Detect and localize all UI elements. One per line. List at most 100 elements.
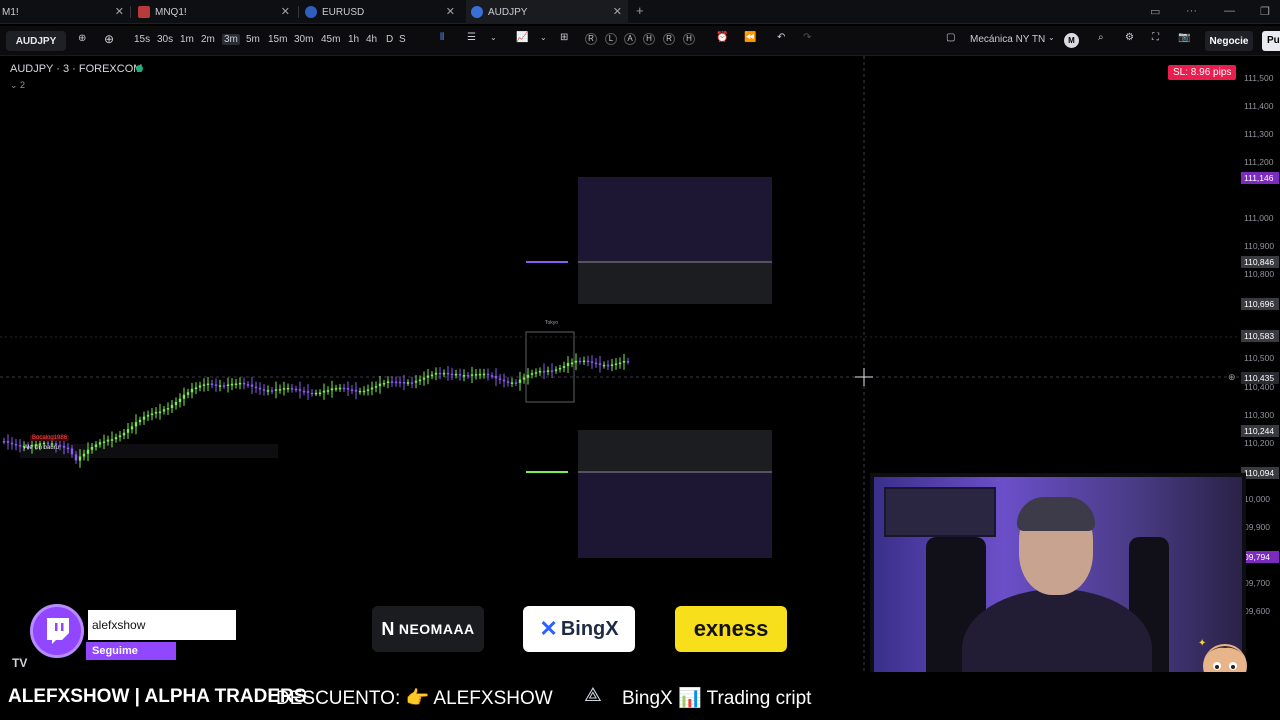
- candle-body: [482, 373, 486, 376]
- chart-title[interactable]: AUDJPY · 3 · FOREXCOM: [10, 63, 142, 75]
- price-tag: 09,794: [1241, 551, 1279, 563]
- new-tab-button[interactable]: +: [636, 3, 644, 18]
- stop-loss-badge: SL: 8.96 pips: [1168, 65, 1237, 80]
- fullscreen-icon[interactable]: ⛶: [1152, 32, 1159, 43]
- maximize-icon[interactable]: ❐: [1260, 5, 1270, 18]
- candle-body: [322, 390, 326, 393]
- interval-45m[interactable]: 45m: [321, 34, 340, 45]
- minimize-icon[interactable]: —: [1224, 5, 1235, 17]
- demand-zone-lower: [578, 472, 772, 558]
- candle-body: [182, 394, 186, 399]
- price-tag: 110,094: [1241, 467, 1279, 479]
- replay-h-button[interactable]: H: [643, 33, 655, 45]
- close-icon[interactable]: ✕: [115, 5, 124, 18]
- candle-body: [602, 364, 606, 367]
- alert-icon[interactable]: ⏰: [716, 32, 728, 43]
- publish-button[interactable]: Pu: [1262, 31, 1280, 51]
- tab-divider: [298, 6, 299, 18]
- candle-body: [134, 422, 138, 427]
- candle-body: [558, 367, 562, 370]
- currency-icon: [471, 6, 483, 18]
- replay-a-button[interactable]: A: [624, 33, 636, 45]
- price-tick: 09,900: [1244, 522, 1270, 532]
- camera-icon[interactable]: 📷: [1178, 32, 1190, 43]
- tab-audjpy[interactable]: AUDJPY ✕: [466, 0, 628, 24]
- candle-body: [234, 383, 238, 386]
- sponsor-neomaaa[interactable]: N NEOMAAA: [372, 606, 484, 652]
- tab-mnq1[interactable]: MNQ1! ✕: [138, 0, 294, 24]
- more-icon[interactable]: ···: [1186, 5, 1197, 17]
- legend-collapse-button[interactable]: ⌄ 2: [10, 80, 25, 91]
- interval-1h[interactable]: 1h: [348, 34, 359, 45]
- search-icon[interactable]: ⌕: [1098, 32, 1104, 43]
- interval-d[interactable]: D: [386, 34, 393, 45]
- twitch-logo[interactable]: [30, 604, 84, 658]
- candle-body: [138, 419, 142, 423]
- candle-body: [386, 381, 390, 383]
- twitch-username: alefxshow: [88, 610, 236, 640]
- candle-body: [398, 381, 402, 384]
- candle-body: [226, 384, 230, 387]
- chevron-down-icon[interactable]: ⌄: [490, 33, 497, 42]
- candle-body: [350, 389, 354, 391]
- candle-body: [578, 360, 582, 363]
- candle-body: [462, 374, 466, 377]
- price-axis[interactable]: 111,500 111,400 111,300 111,200 111,000 …: [1228, 56, 1280, 672]
- interval-1m[interactable]: 1m: [180, 34, 194, 45]
- symbol-search-button[interactable]: AUDJPY: [6, 31, 66, 51]
- trade-button[interactable]: Negocie: [1205, 31, 1253, 51]
- chevron-down-icon[interactable]: ⌄: [1048, 33, 1055, 42]
- close-icon[interactable]: ✕: [446, 5, 455, 18]
- replay-h2-button[interactable]: H: [683, 33, 695, 45]
- interval-5m[interactable]: 5m: [246, 34, 260, 45]
- interval-s[interactable]: S: [399, 34, 406, 45]
- candle-type-icon[interactable]: ⫴: [440, 32, 444, 43]
- bar-style-icon[interactable]: ☰: [467, 32, 476, 43]
- sponsor-bingx[interactable]: ✕ BingX: [523, 606, 635, 652]
- interval-30m[interactable]: 30m: [294, 34, 313, 45]
- candle-body: [186, 392, 190, 395]
- interval-3m[interactable]: 3m: [222, 34, 240, 45]
- close-icon[interactable]: ✕: [613, 5, 622, 18]
- replay-r2-button[interactable]: R: [663, 33, 675, 45]
- interval-15s[interactable]: 15s: [134, 34, 150, 45]
- replay-l-button[interactable]: L: [605, 33, 617, 45]
- tab-label: M1!: [2, 6, 19, 18]
- layout-name[interactable]: Mecánica NY TN: [970, 34, 1045, 45]
- sponsor-exness[interactable]: exness: [675, 606, 787, 652]
- replay-r-button[interactable]: R: [585, 33, 597, 45]
- indicators-icon[interactable]: 📈: [516, 32, 528, 43]
- candle-body: [566, 363, 570, 367]
- candle-body: [78, 456, 82, 461]
- add-alert-icon[interactable]: ⊕: [1228, 372, 1236, 383]
- follow-button[interactable]: Seguime: [86, 642, 176, 660]
- price-tick: 110,800: [1244, 269, 1275, 279]
- candle-body: [326, 390, 330, 392]
- interval-15m[interactable]: 15m: [268, 34, 287, 45]
- candle-body: [318, 392, 322, 395]
- compare-icon[interactable]: ⊕: [78, 33, 86, 44]
- layout-icon[interactable]: ▢: [946, 32, 955, 43]
- add-symbol-icon[interactable]: ⊕: [104, 32, 114, 46]
- candle-body: [586, 360, 590, 363]
- close-icon[interactable]: ✕: [281, 5, 290, 18]
- redo-icon[interactable]: ↷: [803, 32, 811, 43]
- candle-body: [18, 445, 22, 447]
- interval-30s[interactable]: 30s: [157, 34, 173, 45]
- tab-eurusd[interactable]: EURUSD ✕: [305, 0, 459, 24]
- candle-body: [506, 381, 510, 383]
- templates-icon[interactable]: ⊞: [560, 32, 568, 43]
- chevron-down-icon[interactable]: ⌄: [540, 33, 547, 42]
- tab-m1[interactable]: M1! ✕: [0, 0, 128, 24]
- gear-icon[interactable]: ⚙: [1125, 32, 1134, 43]
- candle-body: [94, 444, 98, 448]
- undo-icon[interactable]: ↶: [777, 32, 785, 43]
- interval-2m[interactable]: 2m: [201, 34, 215, 45]
- candle-body: [458, 373, 462, 376]
- interval-4h[interactable]: 4h: [366, 34, 377, 45]
- window-layout-icon[interactable]: ▭: [1150, 5, 1160, 18]
- rewind-icon[interactable]: ⏪: [744, 32, 756, 43]
- candle-body: [622, 360, 626, 363]
- candle-body: [14, 444, 18, 446]
- layout-badge[interactable]: M: [1064, 33, 1079, 48]
